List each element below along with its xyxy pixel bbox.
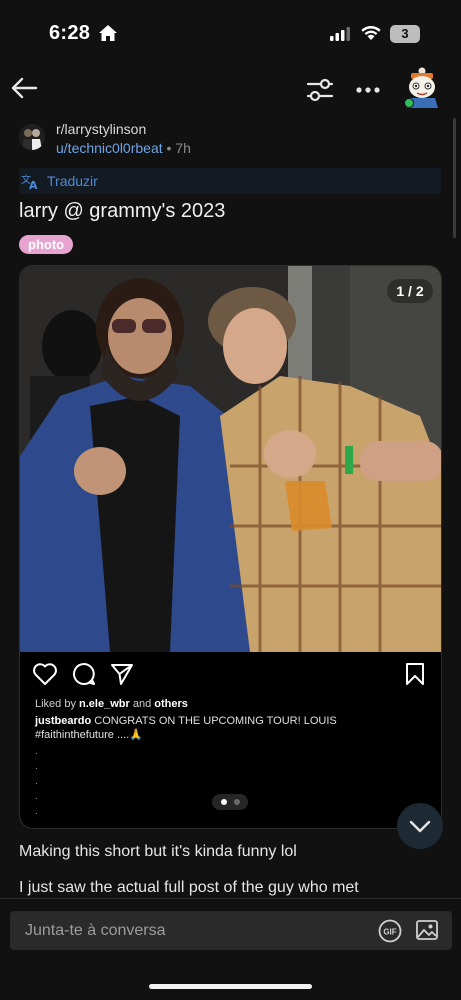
translate-icon: 文 A: [21, 173, 38, 190]
comment-input[interactable]: Junta-te à conversa GIF: [10, 911, 452, 950]
post-title: larry @ grammy's 2023: [19, 200, 226, 222]
comment-placeholder: Junta-te à conversa: [25, 922, 166, 939]
community-avatar[interactable]: [19, 124, 45, 150]
likes-user: n.ele_wbr: [79, 698, 130, 710]
post-age: 7h: [175, 140, 191, 156]
battery-indicator: 3: [390, 25, 420, 43]
instagram-caption: justbeardo CONGRATS ON THE UPCOMING TOUR…: [35, 714, 435, 742]
caption-dot: .: [35, 776, 38, 787]
community-avatar-image: [19, 124, 45, 150]
online-status-dot: [404, 98, 414, 108]
ellipsis-icon[interactable]: [352, 74, 384, 106]
home-icon: [99, 25, 117, 41]
post-body-line: Making this short but it's kinda funny l…: [19, 843, 297, 860]
status-bar: 6:28 3: [0, 0, 461, 66]
media-card[interactable]: 1 / 2 Liked by n.ele_wbr and others just…: [19, 265, 442, 829]
caption-dot: .: [35, 746, 38, 757]
caption-dot: .: [35, 806, 38, 817]
caption-text: CONGRATS ON THE UPCOMING TOUR! LOUIS: [91, 715, 337, 727]
send-icon: [111, 664, 133, 685]
translate-label: Traduzir: [47, 173, 98, 189]
author-line: u/technic0l0rbeat • 7h: [56, 140, 191, 156]
post-body-line: I just saw the actual full post of the g…: [19, 879, 359, 896]
post-photo[interactable]: [20, 266, 442, 652]
caption-user: justbeardo: [35, 715, 92, 727]
svg-text:A: A: [29, 179, 38, 190]
caption-dot: .: [35, 821, 38, 829]
instagram-action-bar: [20, 652, 441, 696]
gif-button[interactable]: GIF: [378, 919, 402, 943]
carousel-dot: [234, 799, 240, 805]
top-nav: [0, 66, 461, 114]
arrow-left-icon[interactable]: [8, 72, 40, 104]
community-name[interactable]: r/larrystylinson: [56, 121, 146, 137]
bookmark-icon: [406, 663, 424, 685]
status-time: 6:28: [49, 22, 91, 44]
home-indicator[interactable]: [149, 984, 312, 989]
media-page-indicator: 1 / 2: [387, 279, 433, 303]
signal-icon: [330, 27, 350, 41]
svg-text:GIF: GIF: [383, 928, 396, 937]
meta-separator: •: [166, 140, 172, 156]
wifi-icon: [361, 25, 381, 40]
image-upload-button[interactable]: [415, 918, 439, 942]
instagram-likes: Liked by n.ele_wbr and others: [35, 698, 188, 710]
heart-icon: [33, 663, 57, 685]
caption-hashtag: #faithinthefuture ....🙏: [35, 729, 143, 741]
gif-icon: GIF: [378, 919, 402, 943]
likes-prefix: Liked by: [35, 698, 80, 710]
likes-others: others: [154, 698, 188, 710]
sliders-icon[interactable]: [304, 74, 336, 106]
carousel-dots[interactable]: [212, 794, 248, 810]
caption-dot: .: [35, 791, 38, 802]
translate-button[interactable]: 文 A Traduzir: [19, 168, 441, 194]
scroll-indicator: [453, 118, 456, 238]
likes-middle: and: [129, 698, 155, 710]
chevron-down-icon: [409, 820, 431, 833]
comment-icon: [73, 663, 95, 685]
image-icon: [416, 920, 438, 940]
caption-dot: .: [35, 761, 38, 772]
carousel-dot-active: [221, 799, 227, 805]
composer-divider: [0, 898, 461, 899]
post-flair[interactable]: photo: [19, 235, 74, 254]
scroll-down-button[interactable]: [397, 803, 443, 849]
author-username[interactable]: u/technic0l0rbeat: [56, 140, 163, 156]
caption-dots: . . . . . .: [35, 744, 38, 829]
